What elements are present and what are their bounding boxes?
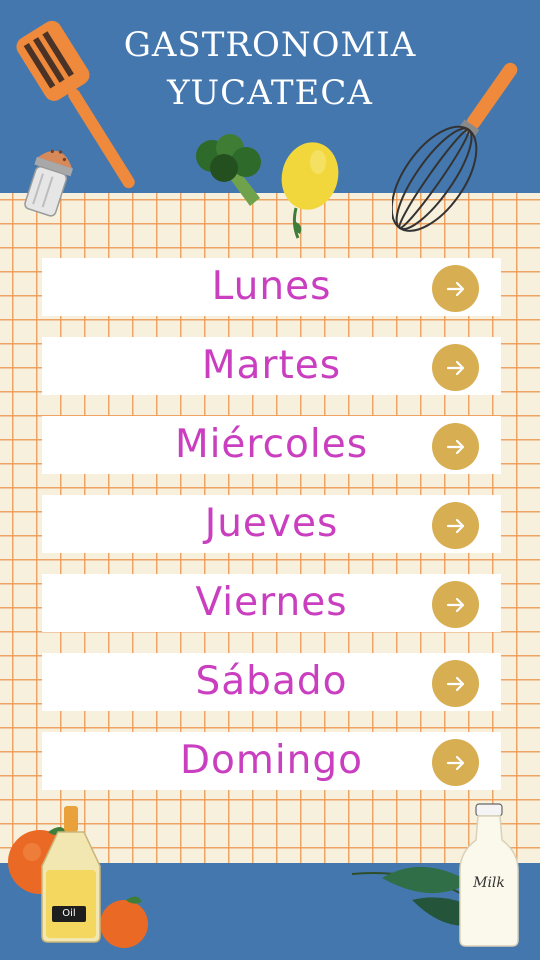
day-button-martes[interactable]: Martes: [42, 337, 501, 395]
arrow-right-icon[interactable]: [432, 581, 479, 628]
day-button-sabado[interactable]: Sábado: [42, 653, 501, 711]
day-button-jueves[interactable]: Jueves: [42, 495, 501, 553]
day-button-domingo[interactable]: Domingo: [42, 732, 501, 790]
arrow-right-icon[interactable]: [432, 660, 479, 707]
oil-bottle-icon: [41, 806, 101, 943]
days-menu: Lunes Martes Miércoles Jueves Viernes Sá…: [42, 258, 501, 811]
oil-bottle-label: Oil: [62, 908, 76, 919]
day-button-miercoles[interactable]: Miércoles: [42, 416, 501, 474]
arrow-right-icon[interactable]: [432, 265, 479, 312]
day-button-lunes[interactable]: Lunes: [42, 258, 501, 316]
milk-bottle-label: Milk: [473, 875, 505, 891]
lemon-icon: [281, 142, 339, 239]
arrow-right-icon[interactable]: [432, 423, 479, 470]
arrow-right-icon[interactable]: [432, 344, 479, 391]
recipe-menu-page: GASTRONOMIA YUCATECA Lunes Martes Miérco…: [0, 0, 540, 960]
day-button-viernes[interactable]: Viernes: [42, 574, 501, 632]
broccoli-icon: [196, 134, 261, 206]
arrow-right-icon[interactable]: [432, 502, 479, 549]
salt-shaker-icon: [24, 149, 74, 217]
arrow-right-icon[interactable]: [432, 739, 479, 786]
whisk-icon: [392, 62, 518, 232]
